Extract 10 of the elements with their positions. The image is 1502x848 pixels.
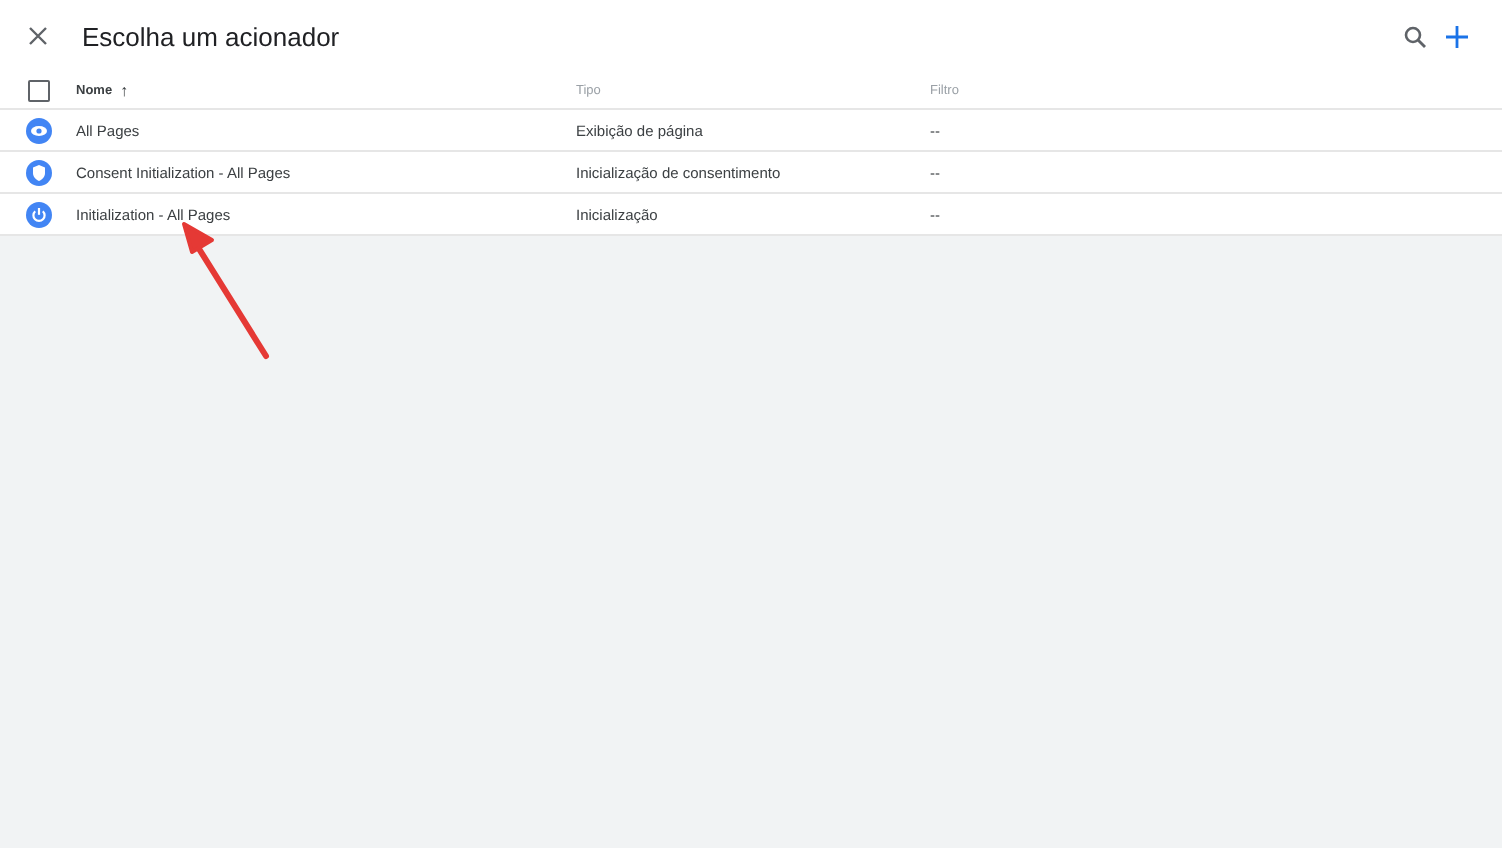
power-icon: [25, 201, 51, 227]
annotation-arrow: [182, 222, 269, 359]
select-all-checkbox[interactable]: [27, 79, 49, 101]
search-icon: [1404, 25, 1426, 47]
dialog-title: Escolha um acionador: [82, 21, 340, 51]
plus-icon: [1446, 25, 1468, 47]
sort-arrow[interactable]: ↑: [120, 81, 129, 99]
shield-icon: [25, 159, 51, 185]
eye-icon: [25, 117, 51, 143]
close-icon: [28, 26, 48, 46]
